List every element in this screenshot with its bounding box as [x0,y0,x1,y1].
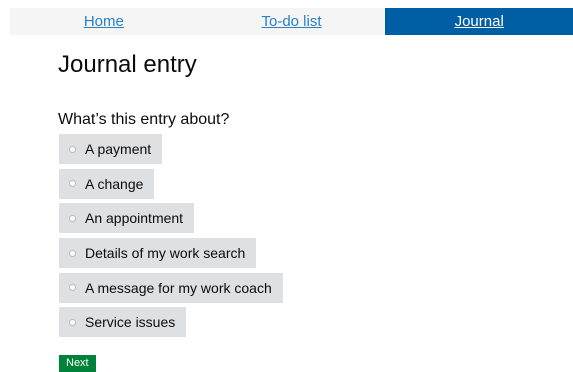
entry-topic-question: What’s this entry about? [58,111,230,128]
option-label: Details of my work search [85,245,246,262]
option-label: A message for my work coach [85,279,272,296]
journal-page: Home To-do list Journal Journal entry Wh… [0,0,573,372]
option-message-work-coach[interactable]: A message for my work coach [59,272,283,303]
option-a-payment[interactable]: A payment [59,134,163,164]
radio-icon[interactable] [69,214,76,222]
nav-tab-home-label: Home [83,13,124,30]
radio-icon[interactable] [69,145,76,153]
radio-icon[interactable] [69,249,76,257]
option-label: Service issues [85,314,176,331]
nav-tab-todo-list-label: To-do list [261,13,322,30]
page-title: Journal entry [58,51,197,78]
radio-icon[interactable] [69,318,76,326]
nav-tab-journal[interactable]: Journal [385,8,573,35]
option-service-issues[interactable]: Service issues [59,307,187,338]
option-label: A payment [85,141,152,157]
radio-icon[interactable] [69,180,76,188]
nav-tab-home[interactable]: Home [10,8,198,35]
nav-tab-todo-list[interactable]: To-do list [198,8,386,35]
option-an-appointment[interactable]: An appointment [59,203,195,234]
radio-icon[interactable] [69,284,76,292]
option-label: An appointment [85,210,184,227]
nav-tab-journal-label: Journal [454,13,504,30]
next-button[interactable]: Next [59,355,96,372]
option-a-change[interactable]: A change [59,168,155,199]
entry-topic-options: A payment A change An appointment Detail… [59,134,283,342]
top-navigation: Home To-do list Journal [10,8,573,35]
option-work-search-details[interactable]: Details of my work search [59,238,257,269]
option-label: A change [85,175,144,192]
